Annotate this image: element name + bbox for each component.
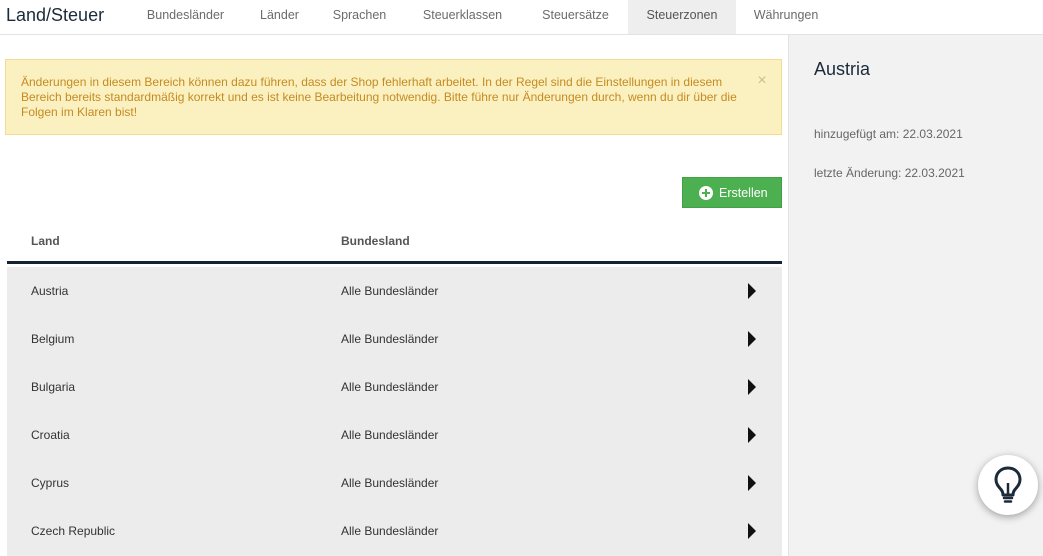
- detail-added-date: hinzugefügt am: 22.03.2021: [814, 127, 963, 141]
- table-row[interactable]: Czech Republic Alle Bundesländer: [7, 507, 782, 555]
- column-header-land[interactable]: Land: [31, 234, 60, 248]
- table-header: Land Bundesland: [7, 220, 782, 264]
- detail-title: Austria: [814, 59, 871, 79]
- tab-steuersaetze[interactable]: Steuersätze: [523, 0, 628, 34]
- caret-right-icon[interactable]: [748, 427, 756, 443]
- cell-land: Czech Republic: [31, 524, 116, 538]
- caret-right-icon[interactable]: [748, 379, 756, 395]
- detail-modified-date: letzte Änderung: 22.03.2021: [814, 166, 965, 180]
- plus-circle-icon: [699, 186, 713, 200]
- top-navigation-bar: Land/Steuer Bundesländer Länder Sprachen…: [0, 0, 1043, 35]
- cell-bundesland: Alle Bundesländer: [341, 524, 439, 538]
- table-row[interactable]: Croatia Alle Bundesländer: [7, 411, 782, 459]
- create-button-label: Erstellen: [719, 186, 768, 200]
- page-title: Land/Steuer: [6, 5, 105, 25]
- cell-land: Cyprus: [31, 476, 70, 490]
- warning-alert: Änderungen in diesem Bereich können dazu…: [5, 59, 782, 135]
- tab-sprachen[interactable]: Sprachen: [317, 0, 402, 34]
- tab-waehrungen[interactable]: Währungen: [736, 0, 836, 34]
- cell-bundesland: Alle Bundesländer: [341, 284, 439, 298]
- tab-laender[interactable]: Länder: [242, 0, 317, 34]
- cell-land: Austria: [31, 284, 69, 298]
- lightbulb-icon: [994, 466, 1022, 503]
- cell-land: Croatia: [31, 428, 70, 442]
- cell-bundesland: Alle Bundesländer: [341, 380, 439, 394]
- table-row[interactable]: Austria Alle Bundesländer: [7, 267, 782, 315]
- caret-right-icon[interactable]: [748, 523, 756, 539]
- cell-bundesland: Alle Bundesländer: [341, 428, 439, 442]
- help-button[interactable]: [978, 455, 1038, 515]
- close-icon[interactable]: ×: [755, 73, 769, 89]
- table-row[interactable]: Belgium Alle Bundesländer: [7, 315, 782, 363]
- create-button[interactable]: Erstellen: [682, 177, 782, 208]
- tab-bundeslaender[interactable]: Bundesländer: [129, 0, 242, 34]
- cell-land: Belgium: [31, 332, 75, 346]
- tax-zone-table: Austria Alle Bundesländer Belgium Alle B…: [7, 267, 782, 556]
- caret-right-icon[interactable]: [748, 283, 756, 299]
- cell-bundesland: Alle Bundesländer: [341, 332, 439, 346]
- table-row[interactable]: Bulgaria Alle Bundesländer: [7, 363, 782, 411]
- tab-steuerzonen[interactable]: Steuerzonen: [628, 0, 736, 34]
- tab-steuerklassen[interactable]: Steuerklassen: [402, 0, 523, 34]
- cell-bundesland: Alle Bundesländer: [341, 476, 439, 490]
- table-row[interactable]: Cyprus Alle Bundesländer: [7, 459, 782, 507]
- alert-message: Änderungen in diesem Bereich können dazu…: [21, 75, 737, 119]
- column-header-bundesland[interactable]: Bundesland: [341, 234, 410, 248]
- cell-land: Bulgaria: [31, 380, 76, 394]
- caret-right-icon[interactable]: [748, 331, 756, 347]
- caret-right-icon[interactable]: [748, 475, 756, 491]
